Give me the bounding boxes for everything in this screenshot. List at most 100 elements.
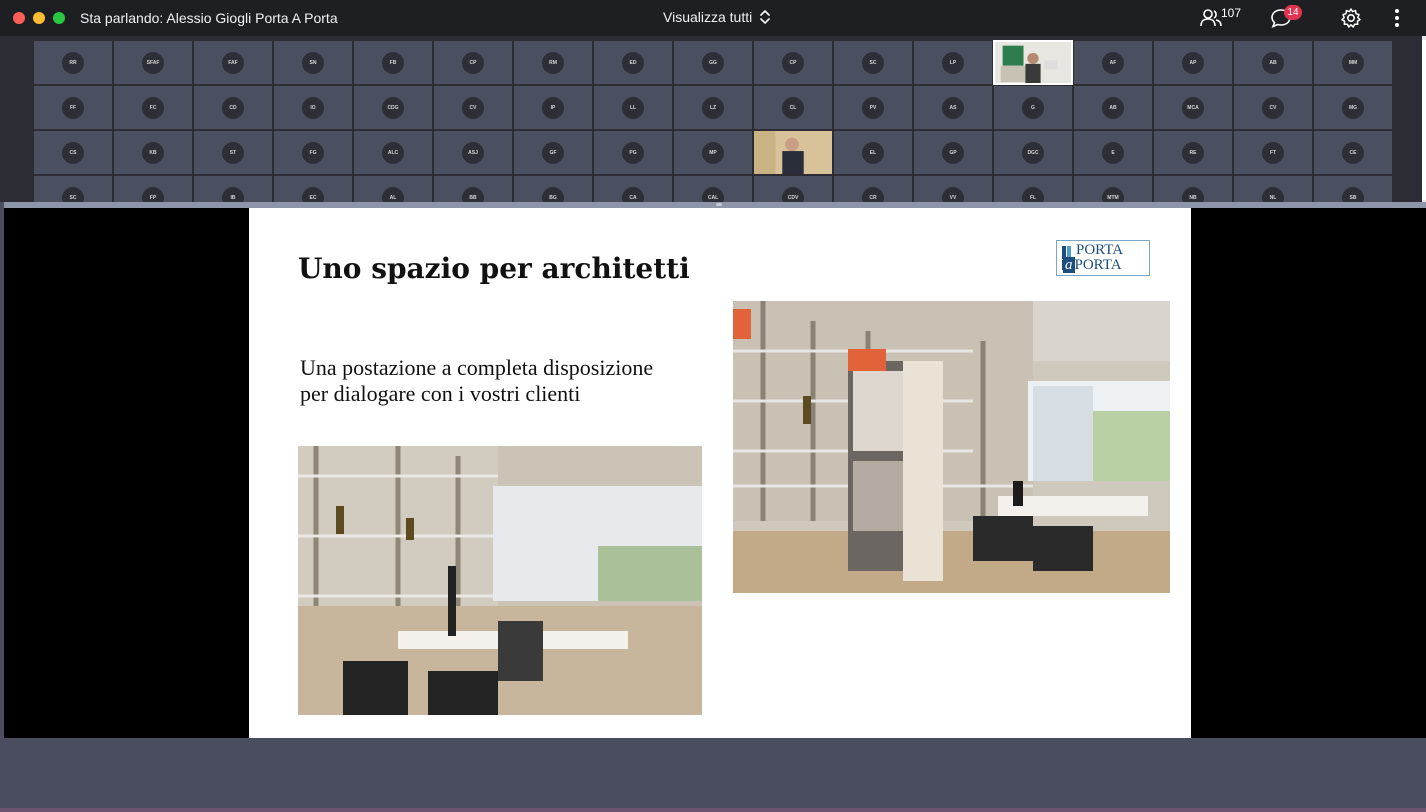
slide-title: Uno spazio per architetti (298, 252, 690, 285)
minimize-window-button[interactable] (33, 12, 45, 24)
participant-tile[interactable]: FAF (193, 40, 273, 85)
participant-tile[interactable]: GF (513, 130, 593, 175)
participant-avatar: ST (222, 141, 244, 164)
resize-handle-icon[interactable] (716, 203, 722, 206)
participant-avatar: RE (1182, 141, 1204, 164)
participant-tile[interactable]: CD (193, 85, 273, 130)
participant-tile[interactable]: EL (833, 130, 913, 175)
participant-tile[interactable]: MTM (1073, 175, 1153, 202)
participant-tile[interactable]: DGC (993, 130, 1073, 175)
participant-avatar: BG (542, 186, 564, 202)
participant-tile[interactable]: AB (1073, 85, 1153, 130)
gallery-scrollbar-thumb[interactable] (1422, 40, 1426, 200)
participant-tile[interactable]: AL (353, 175, 433, 202)
participant-tile[interactable]: CE (1313, 130, 1393, 175)
participant-tile[interactable]: FP (113, 175, 193, 202)
chevron-up-down-icon (760, 10, 771, 24)
participant-tile[interactable]: FG (273, 130, 353, 175)
participant-tile[interactable]: SB (1313, 175, 1393, 202)
participant-tile[interactable]: PV (833, 85, 913, 130)
participant-avatar: SC (862, 51, 884, 74)
fullscreen-window-button[interactable] (53, 12, 65, 24)
bottom-empty-area (0, 738, 1426, 812)
participant-avatar: MP (702, 141, 724, 164)
participant-avatar: NL (1262, 186, 1284, 202)
participant-tile[interactable]: AP (1153, 40, 1233, 85)
participant-tile[interactable]: FL (993, 175, 1073, 202)
view-all-button[interactable]: Visualizza tutti (663, 9, 771, 25)
participant-tile[interactable]: NB (1153, 175, 1233, 202)
participant-tile[interactable]: CS (33, 130, 113, 175)
participant-tile[interactable]: ASJ (433, 130, 513, 175)
participant-tile[interactable]: SC (833, 40, 913, 85)
settings-button[interactable] (1340, 7, 1362, 34)
participant-tile[interactable]: AS (913, 85, 993, 130)
participants-button[interactable] (1200, 7, 1222, 34)
participant-tile[interactable]: AF (1073, 40, 1153, 85)
participant-avatar: IO (302, 96, 324, 119)
participant-tile[interactable]: VV (913, 175, 993, 202)
participant-tile[interactable]: CA (593, 175, 673, 202)
participant-avatar: CAL (702, 186, 724, 202)
participant-avatar: CS (62, 141, 84, 164)
participant-tile[interactable]: SC (33, 175, 113, 202)
participant-tile[interactable]: CP (433, 40, 513, 85)
participant-tile[interactable]: GP (913, 130, 993, 175)
participant-tile[interactable]: FF (33, 85, 113, 130)
participant-tile[interactable]: ED (593, 40, 673, 85)
participant-video-tile[interactable] (993, 40, 1073, 85)
participant-avatar: KB (142, 141, 164, 164)
logo-line-2a: a (1063, 257, 1075, 273)
participant-avatar: CP (462, 51, 484, 74)
participant-avatar: E (1102, 141, 1124, 164)
participant-tile[interactable]: FT (1233, 130, 1313, 175)
participant-tile[interactable]: KB (113, 130, 193, 175)
participant-tile[interactable]: FC (113, 85, 193, 130)
participant-tile[interactable]: IO (273, 85, 353, 130)
participant-tile[interactable]: ST (193, 130, 273, 175)
participant-tile[interactable]: CR (833, 175, 913, 202)
participant-tile[interactable]: G (993, 85, 1073, 130)
participant-tile[interactable]: BB (433, 175, 513, 202)
participant-tile[interactable]: CDV (753, 175, 833, 202)
participant-tile[interactable]: AB (1233, 40, 1313, 85)
participant-tile[interactable]: MG (1313, 85, 1393, 130)
participant-tile[interactable]: GG (673, 40, 753, 85)
participant-tile[interactable]: MP (673, 130, 753, 175)
participant-tile[interactable]: RR (33, 40, 113, 85)
participant-tile[interactable]: RE (1153, 130, 1233, 175)
more-options-button[interactable] (1390, 8, 1404, 33)
participant-tile[interactable]: CV (1233, 85, 1313, 130)
participant-tile[interactable]: CP (753, 40, 833, 85)
participant-tile[interactable]: SN (273, 40, 353, 85)
participant-avatar: RR (62, 51, 84, 74)
participant-video-feed (995, 42, 1071, 83)
participant-tile[interactable]: LP (913, 40, 993, 85)
participant-avatar: AF (1102, 51, 1124, 74)
participant-tile[interactable]: LZ (673, 85, 753, 130)
participant-tile[interactable]: MM (1313, 40, 1393, 85)
participant-tile[interactable]: RM (513, 40, 593, 85)
close-window-button[interactable] (13, 12, 25, 24)
participant-tile[interactable]: BG (513, 175, 593, 202)
participant-tile[interactable]: SFAF (113, 40, 193, 85)
participant-tile[interactable]: PG (593, 130, 673, 175)
participant-tile[interactable]: MCA (1153, 85, 1233, 130)
participant-tile[interactable]: EC (273, 175, 353, 202)
participant-video-tile[interactable] (753, 130, 833, 175)
participant-tile[interactable]: ALC (353, 130, 433, 175)
participant-tile[interactable]: E (1073, 130, 1153, 175)
participant-tile[interactable]: CAL (673, 175, 753, 202)
participant-tile[interactable]: NL (1233, 175, 1313, 202)
participant-tile[interactable]: LL (593, 85, 673, 130)
participants-gallery[interactable]: RR SFAF FAF SN FB CP RM ED GG CP SC LP AF AP AB MM FF FC C… (0, 36, 1426, 202)
participant-tile[interactable]: CDG (353, 85, 433, 130)
participant-tile[interactable]: CL (753, 85, 833, 130)
participant-avatar: GG (702, 51, 724, 74)
participant-tile[interactable]: IB (193, 175, 273, 202)
participant-tile[interactable]: CV (433, 85, 513, 130)
participant-avatar: AL (382, 186, 404, 202)
participant-tile[interactable]: IP (513, 85, 593, 130)
participant-avatar: FP (142, 186, 164, 202)
participant-tile[interactable]: FB (353, 40, 433, 85)
